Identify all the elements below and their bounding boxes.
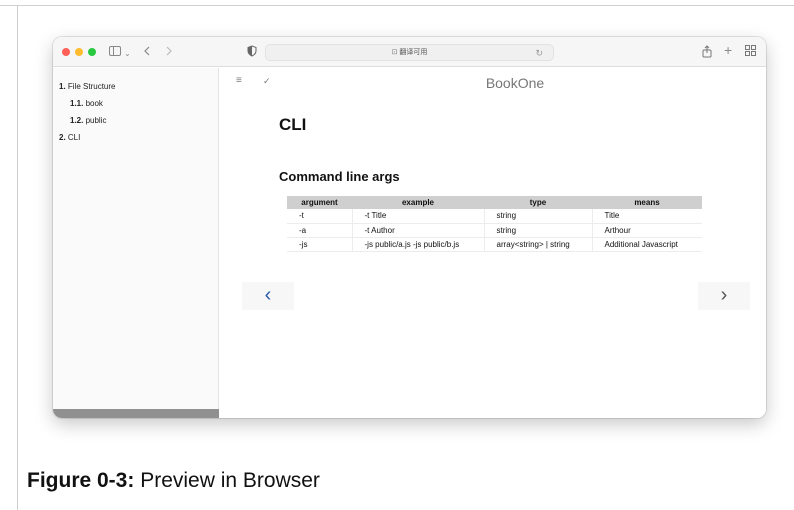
toc-item-label: CLI: [67, 133, 81, 142]
table-header: means: [592, 196, 702, 209]
table-cell: string: [484, 223, 593, 238]
table-cell: -a: [287, 223, 353, 238]
toc-item-cli[interactable]: 2. CLI: [59, 133, 80, 143]
chevron-left-icon: ‹: [264, 284, 272, 306]
table-row: -a -t Author string Arthour: [287, 223, 702, 238]
table-cell: -js: [287, 237, 353, 252]
args-table: argument example type means -t -t Title …: [287, 196, 702, 252]
table-header: argument: [287, 196, 352, 209]
shield-icon[interactable]: [247, 45, 257, 57]
zoom-window-button[interactable]: [88, 48, 96, 56]
figure-frame-top: [0, 5, 794, 6]
forward-button[interactable]: [165, 45, 173, 57]
table-cell: Additional Javascript: [592, 237, 702, 252]
browser-window: ⌄ ⊡ 翻译可用 ↻ + 1. File Structure 1.1. book…: [53, 37, 766, 418]
toc-item-label: public: [85, 116, 107, 125]
section-heading: Command line args: [279, 169, 400, 184]
translate-label: 翻译可用: [399, 49, 428, 56]
toc-sidebar: 1. File Structure 1.1. book 1.2. public …: [53, 68, 219, 418]
table-cell: Arthour: [592, 223, 702, 238]
toc-item-file-structure[interactable]: 1. File Structure: [59, 82, 115, 92]
minimize-window-button[interactable]: [75, 48, 83, 56]
sidebar-scrollbar[interactable]: [53, 409, 219, 418]
table-header-row: argument example type means: [287, 196, 702, 209]
next-page-button[interactable]: ›: [698, 282, 750, 310]
figure-frame-left: [17, 5, 18, 510]
table-cell: Title: [592, 209, 702, 224]
content-area: ≡ ✓ BookOne CLI Command line args argume…: [219, 68, 766, 418]
table-header: type: [484, 196, 592, 209]
table-header: example: [352, 196, 484, 209]
prev-page-button[interactable]: ‹: [242, 282, 294, 310]
reload-icon[interactable]: ↻: [535, 47, 543, 59]
toc-item-number: 1.1.: [70, 99, 84, 108]
address-text: ⊡ 翻译可用: [266, 48, 553, 58]
toc-item-label: File Structure: [67, 82, 116, 91]
figure-label: Figure 0-3:: [27, 469, 135, 492]
chevron-right-icon: ›: [720, 284, 728, 306]
browser-toolbar: ⌄ ⊡ 翻译可用 ↻ +: [53, 37, 766, 67]
table-cell: -t: [287, 209, 353, 224]
table-row: -js -js public/a.js -js public/b.js arra…: [287, 237, 702, 252]
table-cell: -t Author: [352, 223, 485, 238]
translate-icon[interactable]: ⊡: [392, 49, 398, 56]
tab-grid-icon[interactable]: [745, 45, 756, 56]
plus-icon[interactable]: +: [724, 43, 732, 57]
toc-item-number: 1.2.: [70, 116, 84, 125]
toc-item-number: 2.: [59, 133, 66, 142]
share-icon[interactable]: [702, 45, 712, 58]
figure-caption-text: Preview in Browser: [134, 469, 320, 492]
toc-item-book[interactable]: 1.1. book: [70, 99, 103, 109]
toc-item-public[interactable]: 1.2. public: [70, 116, 106, 126]
toc-item-label: book: [85, 99, 103, 108]
address-bar[interactable]: ⊡ 翻译可用 ↻: [265, 44, 554, 61]
back-button[interactable]: [143, 45, 151, 57]
close-window-button[interactable]: [62, 48, 70, 56]
table-cell: -js public/a.js -js public/b.js: [352, 237, 485, 252]
table-cell: string: [484, 209, 593, 224]
toc-item-number: 1.: [59, 82, 66, 91]
book-title: BookOne: [485, 75, 545, 91]
figure-caption: Figure 0-3: Preview in Browser: [27, 468, 320, 494]
table-cell: array<string> | string: [484, 237, 593, 252]
table-cell: -t Title: [352, 209, 485, 224]
table-row: -t -t Title string Title: [287, 209, 702, 224]
chevron-down-icon[interactable]: ⌄: [124, 47, 131, 61]
page-heading: CLI: [279, 115, 307, 134]
sidebar-icon[interactable]: [109, 45, 121, 57]
